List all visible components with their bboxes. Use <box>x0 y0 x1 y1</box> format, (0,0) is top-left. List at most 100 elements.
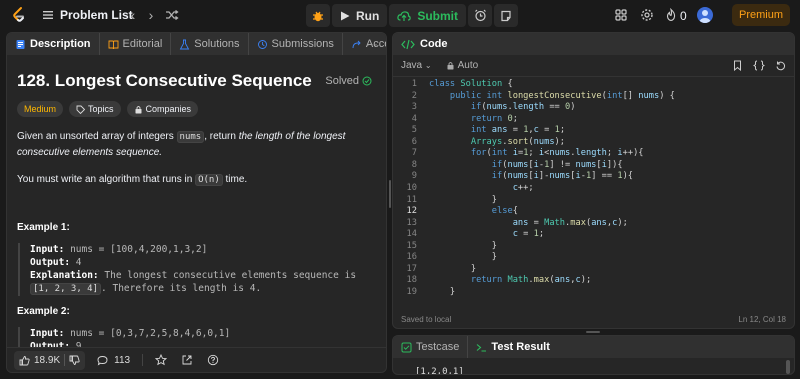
example-1-input-label: Input: <box>30 244 65 255</box>
code-text: if(nums[i-1] != nums[i]){ <box>491 159 623 170</box>
tab-description-label: Description <box>30 38 91 50</box>
language-select[interactable]: Java ⌄ <box>401 60 432 71</box>
note-icon <box>501 10 511 21</box>
code-line[interactable]: 3 if(nums.length == 0) <box>393 102 794 114</box>
solved-label: Solved <box>325 75 359 87</box>
premium-button[interactable]: Premium <box>732 4 790 26</box>
example-1-block: Input: nums = [100,4,200,1,3,2] Output: … <box>18 243 376 296</box>
tab-test-result[interactable]: Test Result <box>468 336 557 358</box>
shuffle-icon[interactable] <box>165 8 179 22</box>
timer-button[interactable] <box>468 4 492 27</box>
footer-divider <box>142 354 144 366</box>
comment-icon[interactable] <box>97 355 108 366</box>
companies-tag[interactable]: Companies <box>126 101 199 117</box>
problem-list-icon[interactable] <box>42 9 54 21</box>
code-line[interactable]: 12 else{ <box>393 206 794 218</box>
problem-title: 128. Longest Consecutive Sequence <box>17 71 312 90</box>
tag-row: Medium Topics Companies <box>17 101 376 117</box>
code-panel-header: Code <box>393 33 794 55</box>
tab-solutions-label: Solutions <box>194 38 240 50</box>
tab-submissions[interactable]: Submissions <box>249 33 343 55</box>
share-icon[interactable] <box>181 354 193 366</box>
code-line[interactable]: 5 int ans = 1,c = 1; <box>393 125 794 137</box>
solved-status: Solved <box>325 75 372 87</box>
like-count: 18.9K <box>34 354 61 366</box>
vertical-resize-handle[interactable] <box>389 180 391 208</box>
save-status: Saved to local <box>401 314 452 324</box>
code-editor[interactable]: 1 class Solution {2 public int longestCon… <box>393 79 794 304</box>
user-avatar-icon <box>699 10 711 23</box>
debug-button[interactable] <box>306 4 330 27</box>
code-line[interactable]: 8 if(nums[i-1] != nums[i]){ <box>393 160 794 172</box>
line-number: 12 <box>406 206 417 217</box>
thumbs-down-icon[interactable] <box>69 355 80 366</box>
code-line[interactable]: 4 return 0; <box>393 114 794 126</box>
code-line[interactable]: 6 Arrays.sort(nums); <box>393 137 794 149</box>
code-line[interactable]: 10 c++; <box>393 183 794 195</box>
tab-submissions-label: Submissions <box>271 38 334 50</box>
tab-testcase-label: Testcase <box>416 341 460 353</box>
terminal-icon <box>477 343 487 352</box>
thumbs-up-icon[interactable] <box>19 355 30 366</box>
code-line[interactable]: 2 public int longestConsecutive(int[] nu… <box>393 91 794 103</box>
code-line[interactable]: 19 } <box>393 287 794 299</box>
code-line[interactable]: 15 } <box>393 241 794 253</box>
auto-mode-toggle[interactable]: Auto <box>446 60 478 71</box>
check-circle-icon <box>362 76 372 86</box>
example-2-input-label: Input: <box>30 328 65 339</box>
problem-list-link[interactable]: Problem List <box>60 8 133 22</box>
code-text: int ans = 1,c = 1; <box>470 125 566 136</box>
example-1-explanation-code: [1, 2, 3, 4] <box>30 283 102 295</box>
submit-button[interactable]: Submit <box>389 4 466 27</box>
code-line[interactable]: 16 } <box>393 252 794 264</box>
description-footer: 18.9K 113 <box>7 347 386 372</box>
language-label: Java <box>401 60 423 71</box>
lock-icon <box>135 105 142 113</box>
tab-solutions[interactable]: Solutions <box>171 33 249 55</box>
code-text: } <box>429 252 497 263</box>
code-text: if(nums[i]-nums[i-1] == 1){ <box>491 171 634 182</box>
code-brackets-icon <box>401 39 415 49</box>
code-line[interactable]: 11 } <box>393 195 794 207</box>
example-1: Example 1: Input: nums = [100,4,200,1,3,… <box>17 222 376 296</box>
code-line[interactable]: 17 } <box>393 264 794 276</box>
line-number: 7 <box>411 148 417 159</box>
code-line[interactable]: 7 for(int i=1; i<nums.length; i++){ <box>393 148 794 160</box>
code-line[interactable]: 1 class Solution { <box>393 79 794 91</box>
code-line[interactable]: 9 if(nums[i]-nums[i-1] == 1){ <box>393 171 794 183</box>
tab-description[interactable]: Description <box>7 33 100 55</box>
bug-icon <box>313 11 323 21</box>
notes-button[interactable] <box>494 4 518 27</box>
run-button[interactable]: Run <box>332 4 388 27</box>
flame-streak-icon[interactable] <box>664 8 678 22</box>
chevron-right-icon[interactable]: › <box>144 8 158 22</box>
code-line[interactable]: 18 return Math.max(ans,c); <box>393 275 794 287</box>
gear-icon[interactable] <box>640 8 654 22</box>
code-line[interactable]: 14 c = 1; <box>393 229 794 241</box>
example-1-explanation-label: Explanation: <box>30 270 99 281</box>
console-scrollbar[interactable] <box>786 360 790 374</box>
code-line[interactable]: 13 ans = Math.max(ans,c); <box>393 218 794 230</box>
avatar[interactable] <box>697 7 713 23</box>
layout-grid-icon[interactable] <box>614 8 628 22</box>
chevron-left-icon[interactable]: ‹ <box>126 8 140 22</box>
difficulty-badge[interactable]: Medium <box>17 101 64 117</box>
horizontal-resize-handle[interactable] <box>586 331 600 333</box>
leetcode-logo-icon[interactable] <box>10 6 28 24</box>
bookmark-icon[interactable] <box>732 60 743 71</box>
topics-tag[interactable]: Topics <box>69 101 121 117</box>
format-braces-icon[interactable] <box>753 60 765 71</box>
example-1-title: Example 1: <box>17 222 70 233</box>
description-paragraph-2: You must write an algorithm that runs in… <box>17 172 376 188</box>
left-tab-bar: Description Editorial Solutions Submissi… <box>7 33 386 55</box>
help-icon[interactable] <box>207 354 219 366</box>
tab-testcase[interactable]: Testcase <box>393 336 469 358</box>
reset-icon[interactable] <box>775 60 786 71</box>
star-icon[interactable] <box>155 354 168 366</box>
line-number: 11 <box>406 194 417 205</box>
cursor-position: Ln 12, Col 18 <box>738 314 786 324</box>
tab-accepted[interactable]: Accepted ✕ <box>343 33 386 55</box>
tab-editorial[interactable]: Editorial <box>100 33 172 55</box>
play-icon <box>341 11 350 20</box>
more-options-icon[interactable]: ··· <box>366 37 378 51</box>
